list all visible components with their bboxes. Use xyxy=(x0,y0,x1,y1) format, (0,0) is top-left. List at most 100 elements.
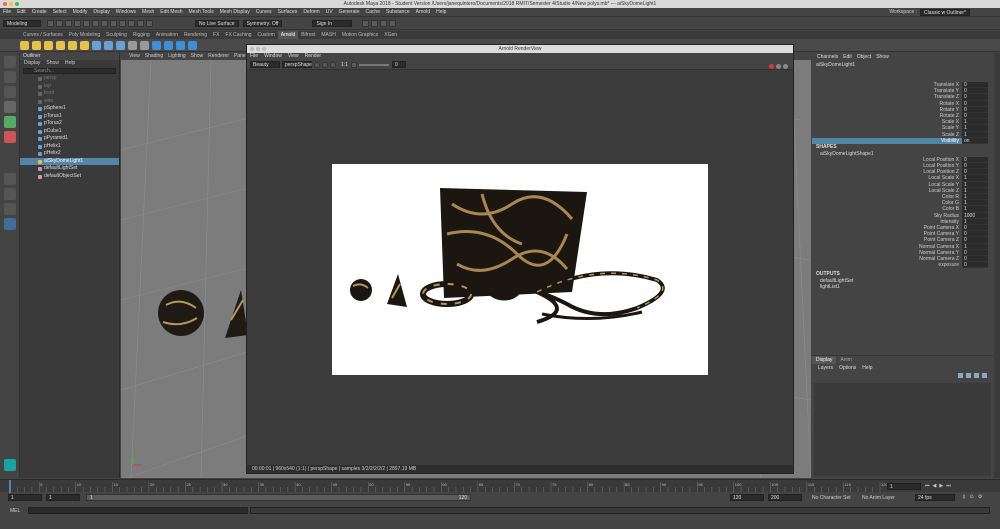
viewport-menu-show[interactable]: Show xyxy=(191,53,204,60)
outliner-item[interactable]: defaultObjectSet xyxy=(20,173,119,181)
scale-tool-icon[interactable] xyxy=(4,131,16,143)
move-tool-icon[interactable] xyxy=(4,101,16,113)
refresh-render-icon[interactable] xyxy=(776,64,781,69)
workspace-dropdown[interactable]: Classic w Outliner* xyxy=(920,9,970,16)
menu-modify[interactable]: Modify xyxy=(70,8,91,17)
tab-rigging[interactable]: Rigging xyxy=(130,31,153,39)
snap-view-icon[interactable] xyxy=(146,20,153,27)
new-scene-icon[interactable] xyxy=(47,20,54,27)
menuset-dropdown[interactable]: Modeling xyxy=(3,20,41,27)
attribute-value[interactable]: on xyxy=(962,137,988,144)
start-time-field[interactable]: 1 xyxy=(8,494,42,501)
layer-list[interactable] xyxy=(814,383,991,476)
export-ass-icon[interactable] xyxy=(176,40,185,50)
texture-manager-icon[interactable] xyxy=(164,40,173,50)
symmetry-dropdown[interactable]: Symmetry: Off xyxy=(242,20,283,27)
license-icon[interactable] xyxy=(140,40,149,50)
outliner-layout-icon[interactable] xyxy=(4,218,16,230)
arnold-render-icon[interactable] xyxy=(20,40,29,50)
tab-curves-surfaces[interactable]: Curves / Surfaces xyxy=(20,31,66,39)
tab-rendering[interactable]: Rendering xyxy=(181,31,210,39)
viewport-menu-lighting[interactable]: Lighting xyxy=(168,53,186,60)
menu-edit-mesh[interactable]: Edit Mesh xyxy=(157,8,185,17)
outliner-item[interactable]: pSphere1 xyxy=(20,105,119,113)
menu-windows[interactable]: Windows xyxy=(113,8,139,17)
stop-render-icon[interactable] xyxy=(769,64,774,69)
menu-mesh-display[interactable]: Mesh Display xyxy=(217,8,253,17)
menu-uv[interactable]: UV xyxy=(323,8,336,17)
tab-anim-layers[interactable]: Anim xyxy=(836,356,855,364)
tab-xgen[interactable]: XGen xyxy=(381,31,400,39)
select-hierarchy-icon[interactable] xyxy=(92,20,99,27)
outliner-menu-help[interactable]: Help xyxy=(65,60,75,67)
playback-end-field[interactable]: 120 xyxy=(730,494,764,501)
outliner-menu-display[interactable]: Display xyxy=(24,60,40,67)
layer-menu-layers[interactable]: Layers xyxy=(818,364,833,372)
outliner-item[interactable]: pCube1 xyxy=(20,128,119,136)
skydome-light-icon[interactable] xyxy=(68,40,77,50)
outliner-item[interactable]: pHelix2 xyxy=(20,150,119,158)
outliner-item[interactable]: pTorus2 xyxy=(20,120,119,128)
mel-label[interactable]: MEL xyxy=(10,508,20,514)
channelbox-object-name[interactable]: aiSkyDomeLight1 xyxy=(812,62,993,69)
mel-command-input[interactable] xyxy=(28,507,248,514)
select-object-icon[interactable] xyxy=(101,20,108,27)
menu-file[interactable]: File xyxy=(0,8,14,17)
aov-dropdown[interactable]: Beauty xyxy=(250,61,280,68)
layer-up-icon[interactable] xyxy=(958,373,963,378)
select-component-icon[interactable] xyxy=(110,20,117,27)
tab-display-layers[interactable]: Display xyxy=(812,356,837,364)
viewport-menu-renderer[interactable]: Renderer xyxy=(208,53,229,60)
redo-icon[interactable] xyxy=(83,20,90,27)
output-node[interactable]: lightList1 xyxy=(812,284,993,290)
menu-surfaces[interactable]: Surfaces xyxy=(275,8,301,17)
camera-dropdown[interactable]: perspShape xyxy=(282,61,312,68)
alpha-channel-icon[interactable] xyxy=(322,61,328,68)
paint-select-icon[interactable] xyxy=(4,86,16,98)
outliner-item[interactable]: top xyxy=(20,83,119,91)
exposure-slider[interactable] xyxy=(358,63,389,66)
live-surface-dropdown[interactable]: No Live Surface xyxy=(195,20,239,27)
menu-create[interactable]: Create xyxy=(29,8,50,17)
ipr-render-icon[interactable] xyxy=(371,20,379,27)
hypershade-icon[interactable] xyxy=(389,20,397,27)
playback-start-field[interactable]: 1 xyxy=(46,494,80,501)
go-to-start-icon[interactable]: ⏮ xyxy=(925,483,930,489)
menu-generate[interactable]: Generate xyxy=(336,8,363,17)
tab-fx-caching[interactable]: FX Caching xyxy=(222,31,254,39)
time-slider[interactable]: 5 10 15 20 25 30 35 40 45 50 55 60 65 70 75 80 85 90 95 100… xyxy=(0,479,1000,493)
physical-sky-icon[interactable] xyxy=(80,40,89,50)
renderview-menu-render[interactable]: Render xyxy=(305,53,321,60)
outliner-search-input[interactable]: Search... xyxy=(23,68,116,74)
rgb-channel-icon[interactable] xyxy=(314,61,320,68)
layer-menu-options[interactable]: Options xyxy=(839,364,856,372)
channelbox-menu-show[interactable]: Show xyxy=(876,53,889,62)
renderview-menu-view[interactable]: View xyxy=(288,53,299,60)
outliner-item[interactable]: side xyxy=(20,98,119,106)
photometric-light-icon[interactable] xyxy=(56,40,65,50)
layer-menu-help[interactable]: Help xyxy=(862,364,872,372)
new-layer-icon[interactable] xyxy=(974,373,979,378)
current-frame-field[interactable]: 1 xyxy=(887,483,921,490)
open-scene-icon[interactable] xyxy=(56,20,63,27)
menu-edit[interactable]: Edit xyxy=(14,8,29,17)
ratio-label[interactable]: 1:1 xyxy=(341,62,348,68)
select-tool-icon[interactable] xyxy=(4,56,16,68)
lasso-tool-icon[interactable] xyxy=(4,71,16,83)
attribute-name[interactable]: exposure xyxy=(812,262,962,268)
sign-in-button[interactable]: Sign In xyxy=(312,20,353,27)
four-layout-icon[interactable] xyxy=(4,188,16,200)
go-to-end-icon[interactable]: ⏭ xyxy=(946,483,951,489)
standin-icon[interactable] xyxy=(92,40,101,50)
tab-animation[interactable]: Animation xyxy=(153,31,181,39)
channelbox-menu-edit[interactable]: Edit xyxy=(843,53,852,62)
attribute-name[interactable]: Visibility xyxy=(812,137,962,144)
menu-curves[interactable]: Curves xyxy=(253,8,275,17)
snap-point-icon[interactable] xyxy=(137,20,144,27)
fps-dropdown[interactable]: 24 fps xyxy=(915,494,955,501)
menu-mesh-tools[interactable]: Mesh Tools xyxy=(186,8,217,17)
snap-curve-icon[interactable] xyxy=(128,20,135,27)
key-icon[interactable]: ⚷ xyxy=(962,494,966,500)
menu-display[interactable]: Display xyxy=(90,8,112,17)
viewport-sphere[interactable] xyxy=(158,290,204,336)
